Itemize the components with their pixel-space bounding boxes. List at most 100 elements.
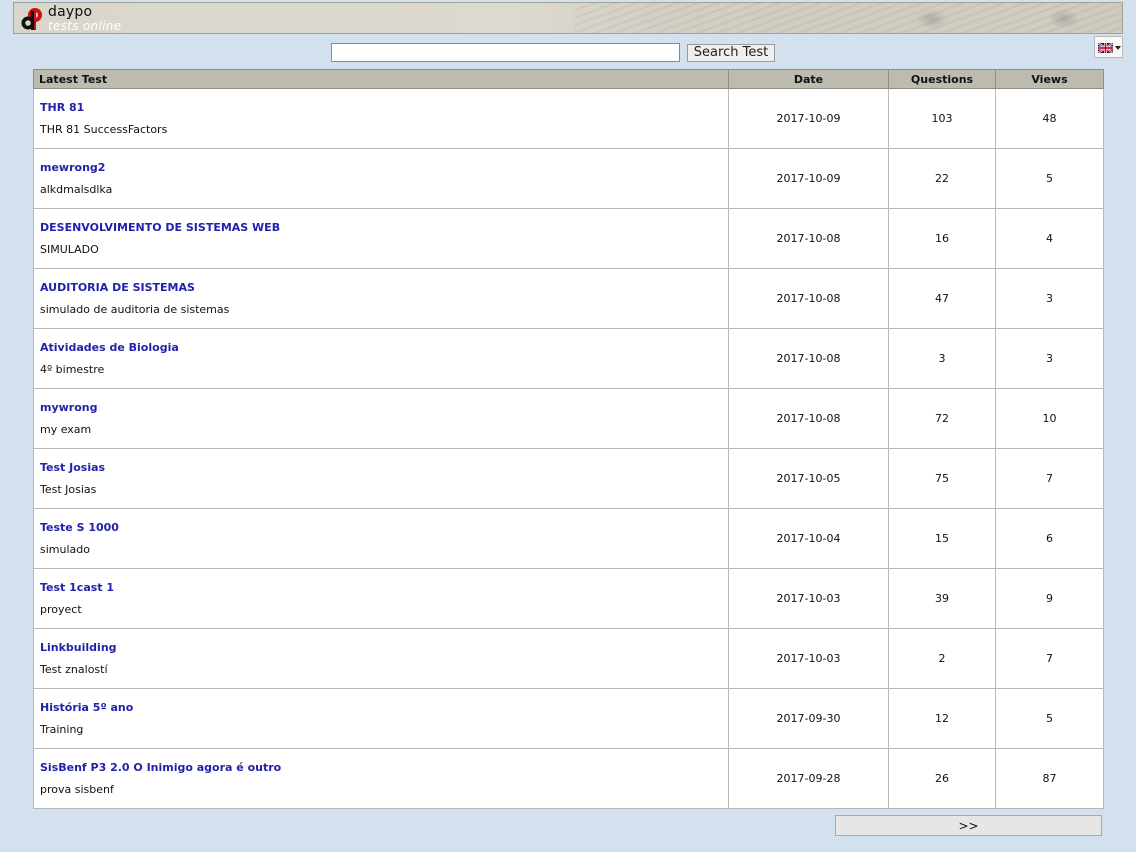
- test-title-link[interactable]: Test 1cast 1: [40, 581, 728, 594]
- views-cell: 3: [995, 328, 1104, 389]
- test-description: simulado de auditoria de sistemas: [40, 303, 230, 316]
- test-cell: mywrong my exam: [33, 388, 729, 449]
- date-cell: 2017-10-04: [728, 508, 889, 569]
- test-title-link[interactable]: mywrong: [40, 401, 728, 414]
- date-cell: 2017-09-28: [728, 748, 889, 809]
- test-title-link[interactable]: Atividades de Biologia: [40, 341, 728, 354]
- test-cell: SisBenf P3 2.0 O Inimigo agora é outro p…: [33, 748, 729, 809]
- views-cell: 7: [995, 448, 1104, 509]
- table-row: SisBenf P3 2.0 O Inimigo agora é outro p…: [33, 748, 1104, 809]
- test-description: prova sisbenf: [40, 783, 114, 796]
- uk-flag-icon: [1098, 43, 1113, 53]
- chevron-down-icon: [1115, 46, 1121, 50]
- date-cell: 2017-10-08: [728, 208, 889, 269]
- language-selector[interactable]: [1094, 36, 1123, 58]
- test-title-link[interactable]: História 5º ano: [40, 701, 728, 714]
- questions-cell: 16: [888, 208, 996, 269]
- table-row: História 5º ano Training 2017-09-30 12 5: [33, 688, 1104, 749]
- test-description: Training: [40, 723, 84, 736]
- questions-cell: 39: [888, 568, 996, 629]
- test-description: Test Josias: [40, 483, 97, 496]
- date-cell: 2017-10-03: [728, 568, 889, 629]
- views-cell: 5: [995, 148, 1104, 209]
- views-cell: 87: [995, 748, 1104, 809]
- test-description: Test znalostí: [40, 663, 108, 676]
- table-row: DESENVOLVIMENTO DE SISTEMAS WEB SIMULADO…: [33, 208, 1104, 269]
- views-cell: 3: [995, 268, 1104, 329]
- questions-cell: 103: [888, 88, 996, 149]
- test-cell: Test Josias Test Josias: [33, 448, 729, 509]
- questions-cell: 2: [888, 628, 996, 689]
- test-cell: Test 1cast 1 proyect: [33, 568, 729, 629]
- views-cell: 48: [995, 88, 1104, 149]
- test-cell: Atividades de Biologia 4º bimestre: [33, 328, 729, 389]
- test-cell: mewrong2 alkdmalsdlka: [33, 148, 729, 209]
- views-cell: 10: [995, 388, 1104, 449]
- questions-cell: 47: [888, 268, 996, 329]
- search-input[interactable]: [331, 43, 680, 62]
- test-description: THR 81 SuccessFactors: [40, 123, 168, 136]
- test-title-link[interactable]: DESENVOLVIMENTO DE SISTEMAS WEB: [40, 221, 728, 234]
- date-cell: 2017-10-08: [728, 328, 889, 389]
- questions-cell: 15: [888, 508, 996, 569]
- test-cell: AUDITORIA DE SISTEMAS simulado de audito…: [33, 268, 729, 329]
- date-cell: 2017-10-03: [728, 628, 889, 689]
- next-page-button[interactable]: >>: [835, 815, 1102, 836]
- test-description: simulado: [40, 543, 90, 556]
- table-row: mewrong2 alkdmalsdlka 2017-10-09 22 5: [33, 148, 1104, 209]
- date-cell: 2017-10-09: [728, 88, 889, 149]
- table-row: Test Josias Test Josias 2017-10-05 75 7: [33, 448, 1104, 509]
- test-description: my exam: [40, 423, 92, 436]
- test-cell: THR 81 THR 81 SuccessFactors: [33, 88, 729, 149]
- test-description: SIMULADO: [40, 243, 99, 256]
- table-row: Test 1cast 1 proyect 2017-10-03 39 9: [33, 568, 1104, 629]
- date-cell: 2017-09-30: [728, 688, 889, 749]
- test-description: 4º bimestre: [40, 363, 105, 376]
- test-title-link[interactable]: SisBenf P3 2.0 O Inimigo agora é outro: [40, 761, 728, 774]
- daypo-logo-icon[interactable]: [20, 6, 46, 32]
- test-cell: DESENVOLVIMENTO DE SISTEMAS WEB SIMULADO: [33, 208, 729, 269]
- views-cell: 4: [995, 208, 1104, 269]
- test-cell: Linkbuilding Test znalostí: [33, 628, 729, 689]
- questions-cell: 12: [888, 688, 996, 749]
- views-cell: 9: [995, 568, 1104, 629]
- test-title-link[interactable]: Linkbuilding: [40, 641, 728, 654]
- test-title-link[interactable]: Teste S 1000: [40, 521, 728, 534]
- questions-cell: 72: [888, 388, 996, 449]
- date-cell: 2017-10-08: [728, 268, 889, 329]
- views-cell: 7: [995, 628, 1104, 689]
- column-header-views: Views: [995, 69, 1104, 89]
- table-row: mywrong my exam 2017-10-08 72 10: [33, 388, 1104, 449]
- date-cell: 2017-10-05: [728, 448, 889, 509]
- test-title-link[interactable]: AUDITORIA DE SISTEMAS: [40, 281, 728, 294]
- questions-cell: 75: [888, 448, 996, 509]
- logo-title[interactable]: daypo: [48, 4, 92, 20]
- table-row: AUDITORIA DE SISTEMAS simulado de audito…: [33, 268, 1104, 329]
- views-cell: 5: [995, 688, 1104, 749]
- views-cell: 6: [995, 508, 1104, 569]
- logo-subtitle: tests online: [48, 19, 122, 33]
- table-row: Teste S 1000 simulado 2017-10-04 15 6: [33, 508, 1104, 569]
- questions-cell: 3: [888, 328, 996, 389]
- column-header-questions: Questions: [888, 69, 996, 89]
- questions-cell: 22: [888, 148, 996, 209]
- test-title-link[interactable]: mewrong2: [40, 161, 728, 174]
- table-header-row: Latest Test Date Questions Views: [33, 69, 1104, 89]
- date-cell: 2017-10-09: [728, 148, 889, 209]
- site-header: daypo tests online: [13, 2, 1123, 34]
- test-title-link[interactable]: Test Josias: [40, 461, 728, 474]
- questions-cell: 26: [888, 748, 996, 809]
- date-cell: 2017-10-08: [728, 388, 889, 449]
- test-title-link[interactable]: THR 81: [40, 101, 728, 114]
- test-cell: Teste S 1000 simulado: [33, 508, 729, 569]
- search-test-button[interactable]: Search Test: [687, 44, 775, 62]
- column-header-latest-test: Latest Test: [33, 69, 729, 89]
- table-row: Linkbuilding Test znalostí 2017-10-03 2 …: [33, 628, 1104, 689]
- latest-tests-table: Latest Test Date Questions Views THR 81 …: [33, 69, 1104, 809]
- test-cell: História 5º ano Training: [33, 688, 729, 749]
- test-description: alkdmalsdlka: [40, 183, 113, 196]
- header-decoration: [574, 3, 1122, 33]
- test-description: proyect: [40, 603, 82, 616]
- table-row: THR 81 THR 81 SuccessFactors 2017-10-09 …: [33, 88, 1104, 149]
- table-row: Atividades de Biologia 4º bimestre 2017-…: [33, 328, 1104, 389]
